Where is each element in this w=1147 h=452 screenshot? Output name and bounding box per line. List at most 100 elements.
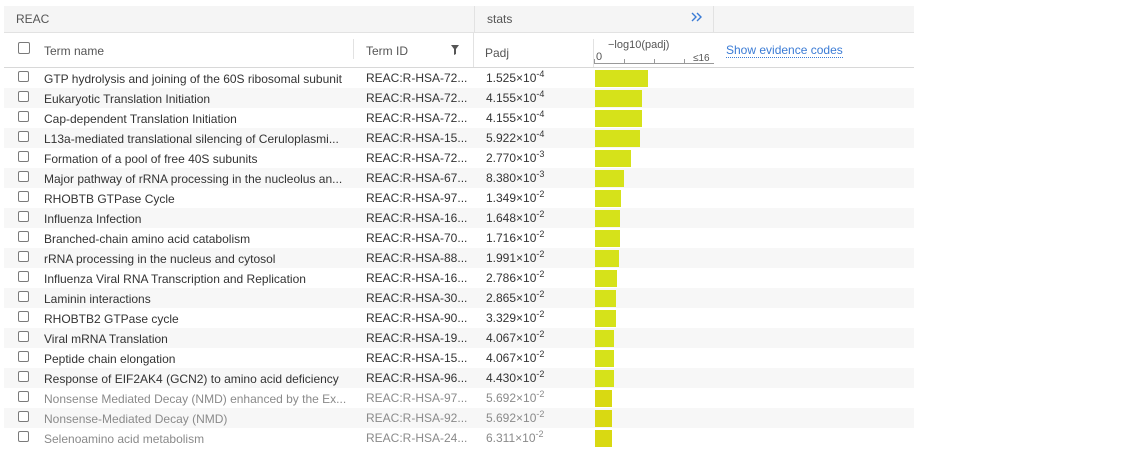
term-id[interactable]: REAC:R-HSA-72... [366,111,467,125]
term-id[interactable]: REAC:R-HSA-67... [366,171,467,185]
table-group-header: REAC stats [4,6,914,33]
table-row[interactable]: Major pathway of rRNA processing in the … [4,168,914,188]
term-id[interactable]: REAC:R-HSA-72... [366,151,467,165]
term-name[interactable]: rRNA processing in the nucleus and cytos… [44,252,349,266]
padj-mantissa: 4.155×10 [486,111,537,125]
padj-mantissa: 1.525×10 [486,71,537,85]
table-row[interactable]: Nonsense Mediated Decay (NMD) enhanced b… [4,388,914,408]
table-row[interactable]: Response of EIF2AK4 (GCN2) to amino acid… [4,368,914,388]
show-evidence-codes-link[interactable]: Show evidence codes [726,43,843,58]
table-row[interactable]: Nonsense-Mediated Decay (NMD) REAC:R-HSA-… [4,408,914,428]
row-checkbox[interactable] [18,91,29,102]
table-row[interactable]: Influenza Infection REAC:R-HSA-16... 1.648… [4,208,914,228]
padj-value: 8.380×10-3 [486,169,544,185]
term-name[interactable]: Nonsense Mediated Decay (NMD) enhanced b… [44,392,349,406]
padj-value: 1.648×10-2 [486,209,544,225]
table-row[interactable]: RHOBTB GTPase Cycle REAC:R-HSA-97... 1.349… [4,188,914,208]
term-id[interactable]: REAC:R-HSA-92... [366,411,467,425]
table-row[interactable]: Formation of a pool of free 40S subunits… [4,148,914,168]
padj-header[interactable]: Padj [485,46,509,60]
table-row[interactable]: Influenza Viral RNA Transcription and Re… [4,268,914,288]
term-name[interactable]: Viral mRNA Translation [44,332,349,346]
neglog-bar [595,190,621,207]
term-id[interactable]: REAC:R-HSA-19... [366,331,467,345]
double-chevron-right-icon[interactable] [690,10,704,27]
term-id[interactable]: REAC:R-HSA-70... [366,231,467,245]
row-checkbox[interactable] [18,291,29,302]
row-checkbox[interactable] [18,151,29,162]
row-checkbox[interactable] [18,411,29,422]
term-name[interactable]: Response of EIF2AK4 (GCN2) to amino acid… [44,372,349,386]
term-id[interactable]: REAC:R-HSA-72... [366,91,467,105]
row-checkbox[interactable] [18,131,29,142]
scale-tick [624,59,625,63]
term-id[interactable]: REAC:R-HSA-97... [366,191,467,205]
padj-value: 4.155×10-4 [486,89,544,105]
term-id[interactable]: REAC:R-HSA-88... [366,251,467,265]
term-name-header[interactable]: Term name [44,44,104,58]
term-name[interactable]: GTP hydrolysis and joining of the 60S ri… [44,72,349,86]
table-row[interactable]: Eukaryotic Translation Initiation REAC:R-… [4,88,914,108]
term-id[interactable]: REAC:R-HSA-97... [366,391,467,405]
padj-exponent: -2 [536,369,545,379]
row-checkbox[interactable] [18,171,29,182]
table-row[interactable]: Selenoamino acid metabolism REAC:R-HSA-24… [4,428,914,448]
term-id[interactable]: REAC:R-HSA-24... [366,431,467,445]
row-checkbox[interactable] [18,331,29,342]
term-id[interactable]: REAC:R-HSA-15... [366,351,467,365]
table-row[interactable]: Viral mRNA Translation REAC:R-HSA-19... 4.… [4,328,914,348]
term-name[interactable]: Influenza Viral RNA Transcription and Re… [44,272,349,286]
neglog-bar [595,270,617,287]
term-id-header[interactable]: Term ID [366,44,408,58]
row-checkbox[interactable] [18,211,29,222]
padj-value: 6.311×10-2 [486,429,544,445]
table-row[interactable]: GTP hydrolysis and joining of the 60S ri… [4,68,914,88]
term-id[interactable]: REAC:R-HSA-90... [366,311,467,325]
padj-value: 1.349×10-2 [486,189,545,205]
row-checkbox[interactable] [18,71,29,82]
term-id[interactable]: REAC:R-HSA-96... [366,371,467,385]
table-row[interactable]: rRNA processing in the nucleus and cytos… [4,248,914,268]
term-name[interactable]: Cap-dependent Translation Initiation [44,112,349,126]
table-row[interactable]: RHOBTB2 GTPase cycle REAC:R-HSA-90... 3.32… [4,308,914,328]
term-id[interactable]: REAC:R-HSA-16... [366,211,467,225]
table-row[interactable]: Cap-dependent Translation Initiation REAC… [4,108,914,128]
row-checkbox[interactable] [18,391,29,402]
neglog-bar [595,250,619,267]
term-name[interactable]: L13a-mediated translational silencing of… [44,132,349,146]
term-name[interactable]: Eukaryotic Translation Initiation [44,92,349,106]
padj-exponent: -2 [536,189,545,199]
row-checkbox[interactable] [18,251,29,262]
row-checkbox[interactable] [18,191,29,202]
term-name[interactable]: RHOBTB2 GTPase cycle [44,312,349,326]
padj-mantissa: 5.692×10 [486,411,537,425]
term-name[interactable]: Selenoamino acid metabolism [44,432,349,446]
term-name[interactable]: Peptide chain elongation [44,352,349,366]
term-name[interactable]: Major pathway of rRNA processing in the … [44,172,349,186]
term-name[interactable]: Laminin interactions [44,292,349,306]
term-name[interactable]: Influenza Infection [44,212,349,226]
table-row[interactable]: Peptide chain elongation REAC:R-HSA-15...… [4,348,914,368]
row-checkbox[interactable] [18,231,29,242]
term-id[interactable]: REAC:R-HSA-72... [366,71,467,85]
row-checkbox[interactable] [18,111,29,122]
term-name[interactable]: Nonsense-Mediated Decay (NMD) [44,412,349,426]
table-row[interactable]: Laminin interactions REAC:R-HSA-30... 2.86… [4,288,914,308]
select-all-checkbox[interactable] [18,42,30,54]
term-name[interactable]: Formation of a pool of free 40S subunits [44,152,349,166]
row-checkbox[interactable] [18,371,29,382]
row-checkbox[interactable] [18,351,29,362]
term-name[interactable]: RHOBTB GTPase Cycle [44,192,349,206]
term-id[interactable]: REAC:R-HSA-16... [366,271,467,285]
neglog-bar [595,210,620,227]
row-checkbox[interactable] [18,271,29,282]
term-id[interactable]: REAC:R-HSA-30... [366,291,467,305]
padj-value: 4.430×10-2 [486,369,545,385]
term-name[interactable]: Branched-chain amino acid catabolism [44,232,349,246]
row-checkbox[interactable] [18,431,29,442]
term-id[interactable]: REAC:R-HSA-15... [366,131,467,145]
table-row[interactable]: Branched-chain amino acid catabolism REAC… [4,228,914,248]
row-checkbox[interactable] [18,311,29,322]
filter-icon[interactable] [450,43,460,55]
table-row[interactable]: L13a-mediated translational silencing of… [4,128,914,148]
